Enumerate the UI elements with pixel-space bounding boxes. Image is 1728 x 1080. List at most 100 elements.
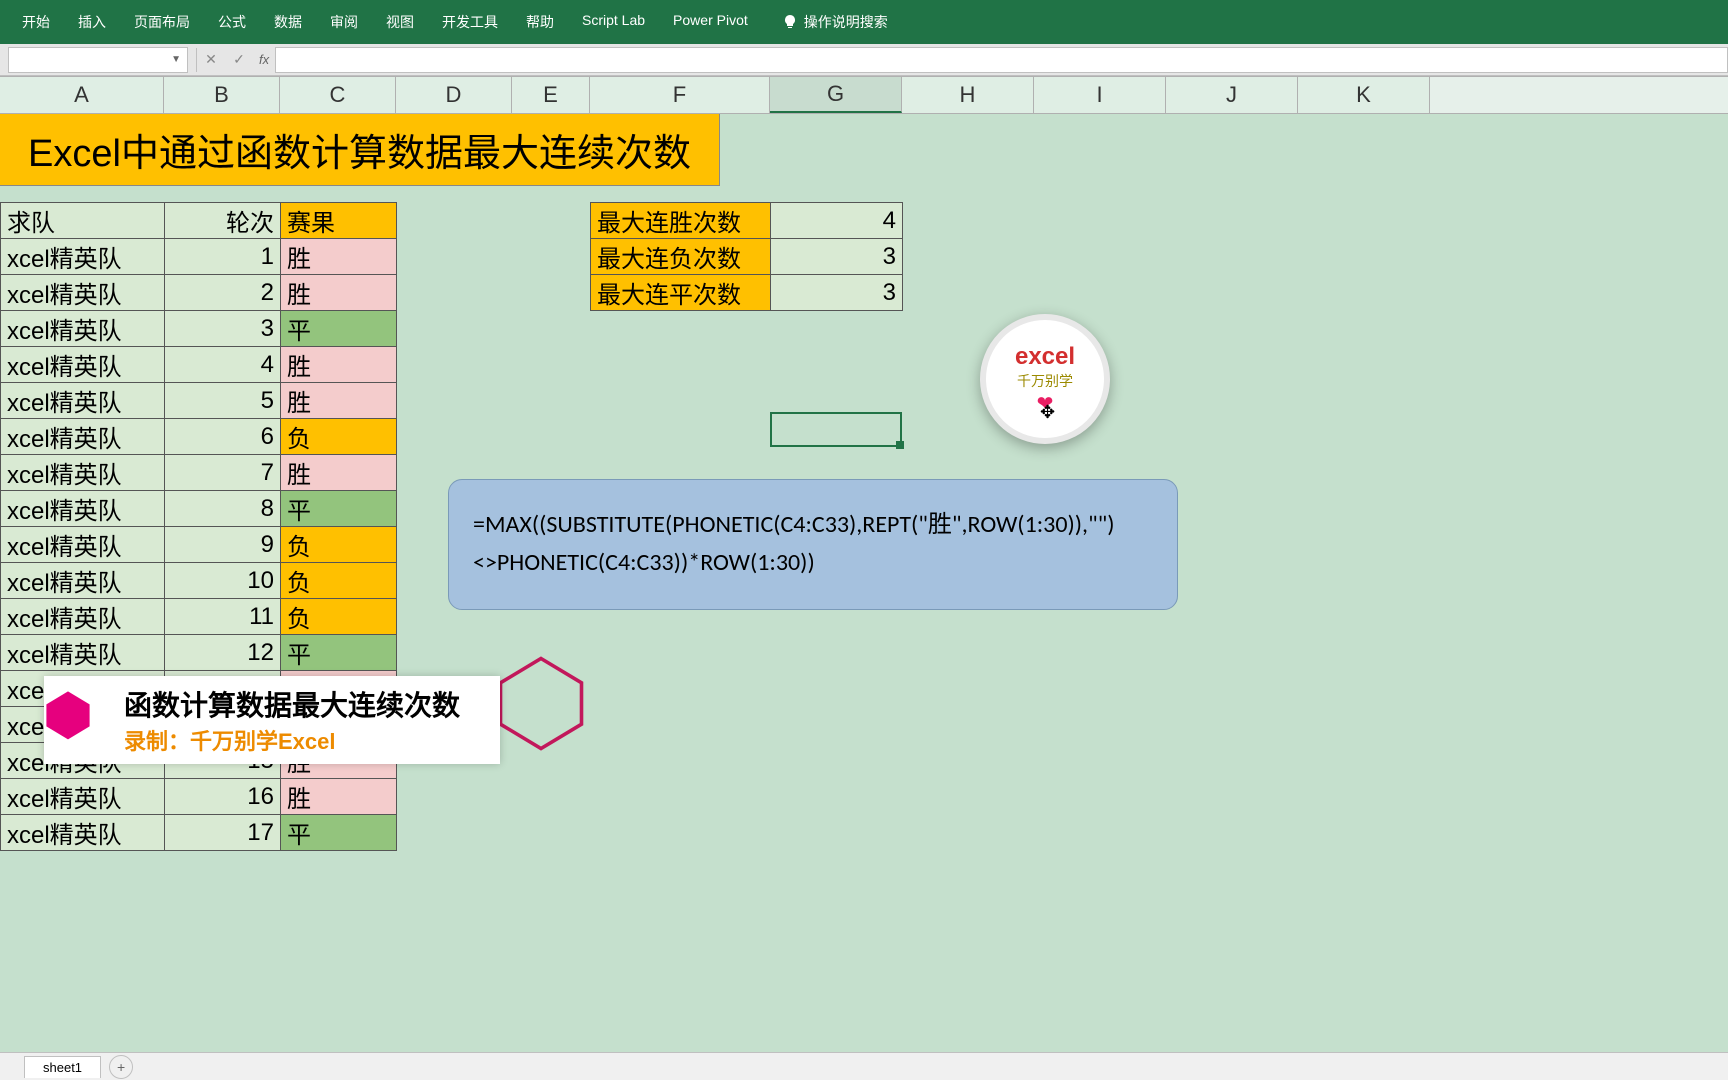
ribbon-tab[interactable]: 视图	[372, 2, 428, 42]
cell[interactable]: 最大连平次数	[591, 275, 771, 311]
table-row: xcel精英队8平	[1, 491, 397, 527]
cell[interactable]: xcel精英队	[1, 815, 165, 851]
hexagon-outline-icon	[496, 654, 586, 754]
cell[interactable]: 胜	[281, 383, 397, 419]
column-header[interactable]: I	[1034, 77, 1166, 113]
watermark-logo: excel 千万别学 ❤	[980, 314, 1110, 444]
sheet-tab[interactable]: sheet1	[24, 1056, 101, 1078]
column-header[interactable]: C	[280, 77, 396, 113]
cell[interactable]: 3	[165, 311, 281, 347]
column-header[interactable]: B	[164, 77, 280, 113]
cell[interactable]: xcel精英队	[1, 491, 165, 527]
cell[interactable]: 5	[165, 383, 281, 419]
ribbon-tab[interactable]: 开发工具	[428, 2, 512, 42]
stats-table: 最大连胜次数4最大连负次数3最大连平次数3	[590, 202, 903, 311]
table-header[interactable]: 求队	[1, 203, 165, 239]
column-header[interactable]: F	[590, 77, 770, 113]
ribbon-tab[interactable]: 开始	[8, 2, 64, 42]
cell[interactable]: 8	[165, 491, 281, 527]
column-header[interactable]: H	[902, 77, 1034, 113]
cell[interactable]: 7	[165, 455, 281, 491]
cell[interactable]: xcel精英队	[1, 239, 165, 275]
video-caption-banner: 函数计算数据最大连续次数 录制：千万别学Excel	[44, 676, 500, 764]
ribbon-tab[interactable]: 审阅	[316, 2, 372, 42]
ribbon-tab[interactable]: 插入	[64, 2, 120, 42]
cell[interactable]: 胜	[281, 239, 397, 275]
column-header[interactable]: A	[0, 77, 164, 113]
title-merged-cell[interactable]: Excel中通过函数计算数据最大连续次数	[0, 114, 720, 186]
ribbon-tab[interactable]: Power Pivot	[659, 2, 762, 42]
cell[interactable]: 胜	[281, 455, 397, 491]
add-sheet-button[interactable]: +	[109, 1055, 133, 1079]
cell[interactable]: xcel精英队	[1, 635, 165, 671]
table-row: xcel精英队1胜	[1, 239, 397, 275]
cell[interactable]: 2	[165, 275, 281, 311]
formula-input[interactable]	[275, 47, 1728, 73]
formula-tooltip: =MAX((SUBSTITUTE(PHONETIC(C4:C33),REPT("…	[448, 479, 1178, 610]
active-cell-selection[interactable]	[770, 412, 902, 447]
spreadsheet-grid: ABCDEFGHIJK Excel中通过函数计算数据最大连续次数 求队轮次赛果x…	[0, 76, 1728, 1074]
table-header[interactable]: 轮次	[165, 203, 281, 239]
table-row: xcel精英队12平	[1, 635, 397, 671]
cell[interactable]: xcel精英队	[1, 527, 165, 563]
cell[interactable]: 3	[771, 239, 903, 275]
column-header[interactable]: D	[396, 77, 512, 113]
cell[interactable]: 17	[165, 815, 281, 851]
cell[interactable]: 3	[771, 275, 903, 311]
column-header[interactable]: K	[1298, 77, 1430, 113]
cell[interactable]: 11	[165, 599, 281, 635]
cell[interactable]: xcel精英队	[1, 347, 165, 383]
table-row: xcel精英队3平	[1, 311, 397, 347]
cell[interactable]: 最大连负次数	[591, 239, 771, 275]
chevron-down-icon[interactable]: ▼	[171, 54, 181, 65]
tell-me-search[interactable]: 操作说明搜索	[782, 12, 888, 32]
cell[interactable]: xcel精英队	[1, 779, 165, 815]
cell[interactable]: 平	[281, 491, 397, 527]
enter-formula-button[interactable]: ✓	[225, 46, 253, 74]
ribbon-tab[interactable]: 数据	[260, 2, 316, 42]
cell[interactable]: xcel精英队	[1, 275, 165, 311]
cell[interactable]: 9	[165, 527, 281, 563]
table-row: xcel精英队17平	[1, 815, 397, 851]
cell[interactable]: 4	[771, 203, 903, 239]
ribbon-tab[interactable]: Script Lab	[568, 2, 659, 42]
table-row: 最大连负次数3	[591, 239, 903, 275]
table-header[interactable]: 赛果	[281, 203, 397, 239]
cancel-formula-button[interactable]: ✕	[197, 46, 225, 74]
grid-body[interactable]: Excel中通过函数计算数据最大连续次数 求队轮次赛果xcel精英队1胜xcel…	[0, 114, 1728, 1074]
cell[interactable]: xcel精英队	[1, 563, 165, 599]
cell[interactable]: 4	[165, 347, 281, 383]
ribbon-tab[interactable]: 公式	[204, 2, 260, 42]
column-header[interactable]: E	[512, 77, 590, 113]
ribbon-tab[interactable]: 帮助	[512, 2, 568, 42]
cell[interactable]: 12	[165, 635, 281, 671]
cell[interactable]: 最大连胜次数	[591, 203, 771, 239]
cell[interactable]: xcel精英队	[1, 383, 165, 419]
table-row: xcel精英队9负	[1, 527, 397, 563]
cell[interactable]: 平	[281, 815, 397, 851]
cell[interactable]: 胜	[281, 779, 397, 815]
ribbon-tab[interactable]: 页面布局	[120, 2, 204, 42]
cell[interactable]: xcel精英队	[1, 455, 165, 491]
cell[interactable]: 负	[281, 599, 397, 635]
table-row: xcel精英队2胜	[1, 275, 397, 311]
fx-icon[interactable]: fx	[259, 52, 269, 67]
column-header[interactable]: J	[1166, 77, 1298, 113]
cell[interactable]: 平	[281, 311, 397, 347]
cell[interactable]: 平	[281, 635, 397, 671]
move-cursor-icon: ✥	[1040, 402, 1055, 423]
cell[interactable]: 10	[165, 563, 281, 599]
cell[interactable]: 16	[165, 779, 281, 815]
cell[interactable]: 1	[165, 239, 281, 275]
cell[interactable]: xcel精英队	[1, 311, 165, 347]
cell[interactable]: 胜	[281, 347, 397, 383]
cell[interactable]: 负	[281, 527, 397, 563]
cell[interactable]: xcel精英队	[1, 419, 165, 455]
cell[interactable]: 胜	[281, 275, 397, 311]
name-box[interactable]: ▼	[8, 47, 188, 73]
cell[interactable]: 负	[281, 419, 397, 455]
cell[interactable]: 6	[165, 419, 281, 455]
cell[interactable]: 负	[281, 563, 397, 599]
column-header[interactable]: G	[770, 77, 902, 113]
cell[interactable]: xcel精英队	[1, 599, 165, 635]
